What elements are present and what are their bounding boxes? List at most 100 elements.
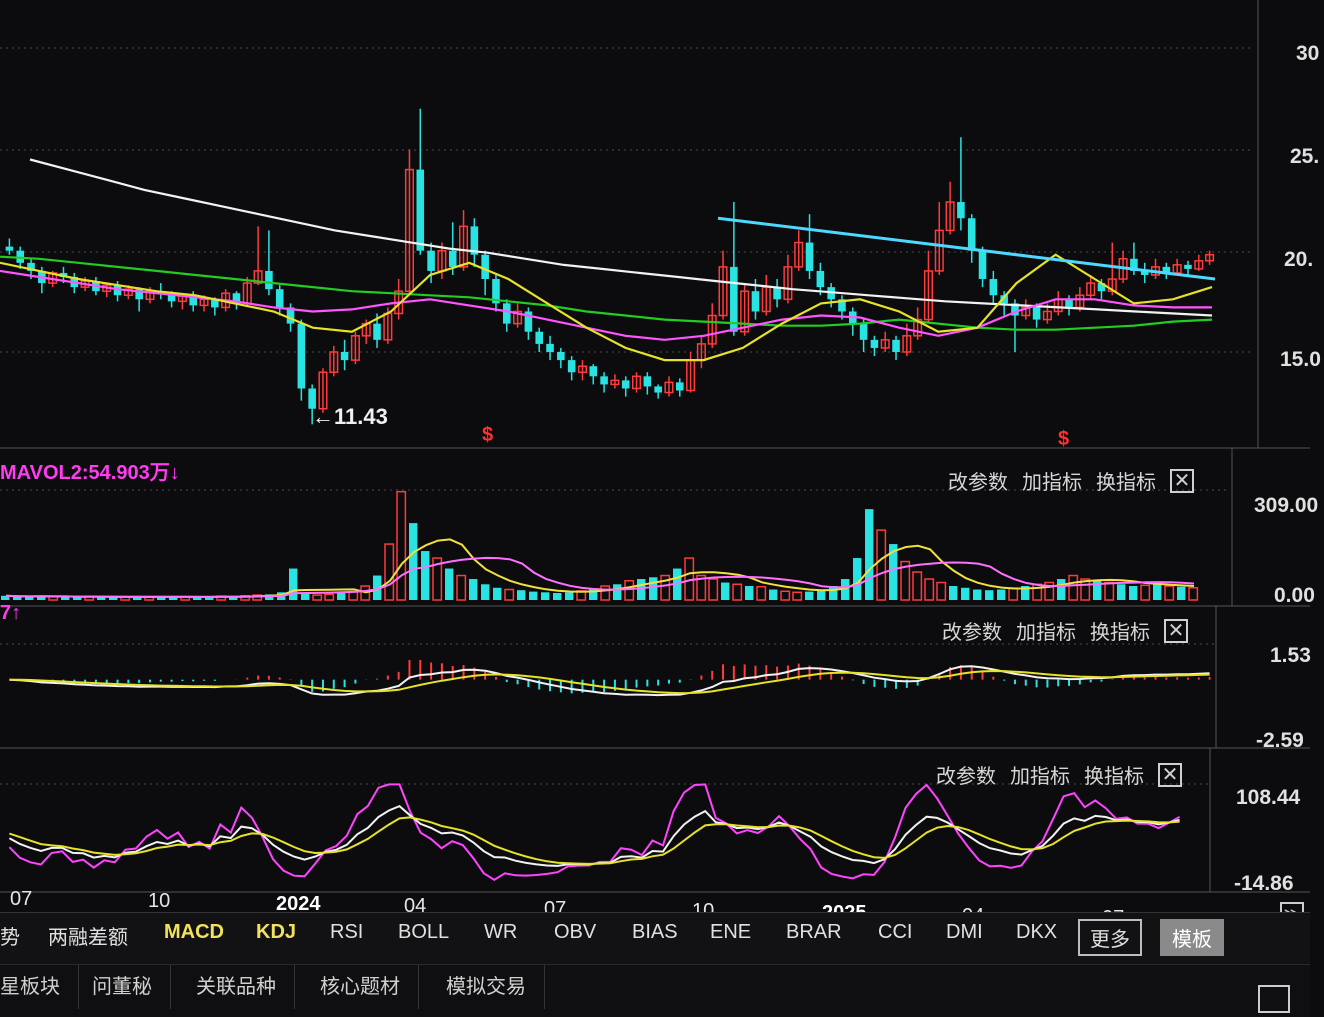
price-tick-20: 20. <box>1284 248 1314 271</box>
indicator-tab-kdj[interactable]: KDJ <box>256 921 296 944</box>
stock-chart <box>0 0 1310 893</box>
volume-tick-min: 0.00 <box>1274 584 1315 607</box>
volume-bar <box>1032 583 1043 601</box>
volume-bar <box>553 593 562 600</box>
volume-bar <box>529 591 538 600</box>
expand-icon[interactable] <box>1258 985 1290 1013</box>
volume-bar <box>1068 574 1079 601</box>
kdj-panel-toolbar: 改参数 加指标 换指标 ✕ <box>936 760 1182 789</box>
swap-indicator-button[interactable]: 换指标 <box>1096 466 1156 495</box>
indicator-tab-rsi[interactable]: RSI <box>330 921 363 944</box>
tab-ask-secretary[interactable]: 问董秘 <box>74 965 171 1009</box>
volume-bar <box>973 589 982 600</box>
volume-bar <box>289 568 298 600</box>
edit-params-button[interactable]: 改参数 <box>936 760 996 789</box>
volume-bar <box>541 592 550 600</box>
candle-body <box>546 343 554 352</box>
time-tick-label: 10 <box>148 890 171 913</box>
swap-indicator-button[interactable]: 换指标 <box>1084 760 1144 789</box>
volume-bar <box>565 592 574 600</box>
template-button[interactable]: 模板 <box>1160 919 1224 956</box>
indicator-tab-brar[interactable]: BRAR <box>786 921 842 944</box>
volume-bar <box>649 577 658 600</box>
kdj-tick-min: -14.86 <box>1234 872 1294 895</box>
volume-bar <box>1188 587 1199 601</box>
candle-body <box>892 339 900 352</box>
indicator-tab-cci[interactable]: CCI <box>878 921 912 944</box>
tab-simulated-trading[interactable]: 模拟交易 <box>428 965 545 1009</box>
trend-line <box>717 216 1216 281</box>
more-button[interactable]: 更多 <box>1078 919 1142 956</box>
edit-params-button[interactable]: 改参数 <box>942 616 1002 645</box>
add-indicator-button[interactable]: 加指标 <box>1016 616 1076 645</box>
candle-body <box>967 218 976 251</box>
kdj-tick-max: 108.44 <box>1236 786 1301 809</box>
macd-panel-toolbar: 改参数 加指标 换指标 ✕ <box>942 616 1188 645</box>
volume-bar <box>876 529 887 601</box>
volume-bar <box>637 579 646 600</box>
candle-body <box>773 287 781 300</box>
candle-body <box>859 323 868 340</box>
indicator-tab-macd[interactable]: MACD <box>164 921 224 944</box>
indicator-tab-dmi[interactable]: DMI <box>946 921 983 944</box>
indicator-tab-obv[interactable]: OBV <box>554 921 596 944</box>
volume-bar <box>1129 586 1138 600</box>
volume-tick-max: 309.00 <box>1254 494 1319 517</box>
candle-body <box>567 360 576 373</box>
macd-tick-min: -2.59 <box>1256 729 1304 752</box>
volume-bar <box>456 574 467 601</box>
add-indicator-button[interactable]: 加指标 <box>1022 466 1082 495</box>
indicator-tab-bias[interactable]: BIAS <box>632 921 678 944</box>
sell-signal-1[interactable]: $ <box>482 424 493 447</box>
volume-bar <box>912 571 923 601</box>
close-icon[interactable]: ✕ <box>1158 762 1182 787</box>
volume-bar <box>1153 584 1162 600</box>
candle-body <box>978 250 987 280</box>
candle-body <box>502 303 511 324</box>
volume-bar <box>337 593 346 600</box>
price-tick-15: 15.0 <box>1280 348 1321 371</box>
volume-bar <box>708 578 719 601</box>
edit-params-button[interactable]: 改参数 <box>948 466 1008 495</box>
candle-body <box>751 291 760 312</box>
tab-core-themes[interactable]: 核心题材 <box>302 965 419 1009</box>
candle-body <box>1184 264 1192 269</box>
close-icon[interactable]: ✕ <box>1170 468 1194 493</box>
tab-sector[interactable]: 星板块 <box>0 965 79 1009</box>
moving-average-line <box>29 158 1213 317</box>
volume-bar <box>469 579 478 600</box>
indicator-tab-dkx[interactable]: DKX <box>1016 921 1057 944</box>
volume-bar <box>1177 586 1186 600</box>
k-line <box>8 804 1180 867</box>
close-icon[interactable]: ✕ <box>1164 618 1188 643</box>
volume-bar <box>1008 587 1019 601</box>
indicator-tab-boll[interactable]: BOLL <box>398 921 449 944</box>
sell-signal-2[interactable]: $ <box>1058 428 1069 451</box>
low-price-annotation: ←11.43 <box>312 404 388 429</box>
indicator-tab-ene[interactable]: ENE <box>710 921 751 944</box>
volume-bar <box>756 585 767 601</box>
volume-bar <box>1140 584 1151 601</box>
volume-bar <box>961 587 970 600</box>
indicator-bar: 势 两融差额 MACD KDJ RSI BOLL WR OBV BIAS ENE… <box>0 912 1310 965</box>
indicator-tab-margin[interactable]: 两融差额 <box>48 921 128 950</box>
volume-bar <box>985 590 994 600</box>
candle-body <box>416 169 425 251</box>
candle-body <box>589 366 598 377</box>
indicator-tab-wr[interactable]: WR <box>484 921 517 944</box>
indicator-tab-trend[interactable]: 势 <box>0 921 20 950</box>
volume-bar <box>1117 584 1126 600</box>
tab-related[interactable]: 关联品种 <box>178 965 295 1009</box>
volume-bar <box>324 593 335 601</box>
volume-bar <box>780 590 791 601</box>
candle-body <box>957 202 965 219</box>
swap-indicator-button[interactable]: 换指标 <box>1090 616 1150 645</box>
candle-body <box>557 352 565 361</box>
candle-body <box>1032 307 1041 320</box>
candle-body <box>275 289 284 308</box>
volume-bar <box>865 509 874 600</box>
candle-body <box>340 352 349 361</box>
candle-body <box>427 250 435 271</box>
macd-tick-max: 1.53 <box>1270 644 1311 667</box>
add-indicator-button[interactable]: 加指标 <box>1010 760 1070 789</box>
